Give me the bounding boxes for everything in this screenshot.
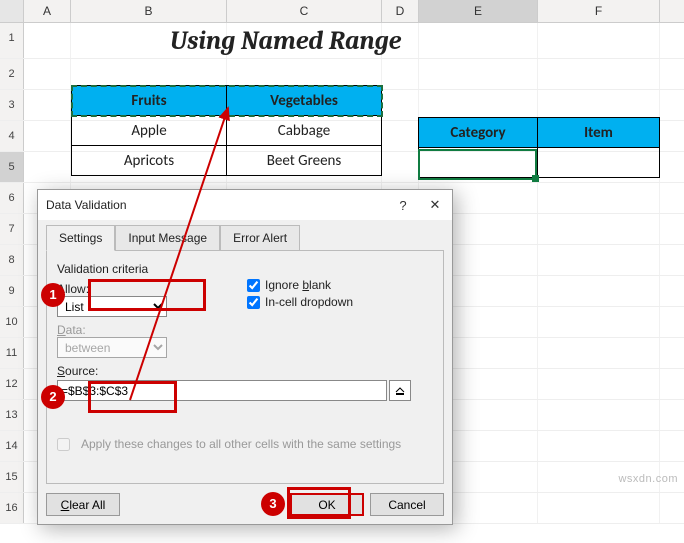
row-13[interactable]: 13 (0, 400, 24, 430)
tab-settings[interactable]: Settings (46, 225, 115, 251)
allow-select[interactable]: List (57, 296, 167, 317)
clear-all-button[interactable]: Clear All (46, 493, 120, 516)
row-2[interactable]: 2 (0, 59, 24, 89)
col-D[interactable]: D (382, 0, 419, 22)
col-E[interactable]: E (419, 0, 538, 22)
cell-cabbage[interactable]: Cabbage (227, 116, 382, 146)
close-icon[interactable]: ✕ (426, 197, 444, 213)
dialog-tabs: Settings Input Message Error Alert (46, 224, 444, 250)
tab-error-alert[interactable]: Error Alert (220, 225, 300, 251)
data-select: between (57, 337, 167, 358)
cell-apple[interactable]: Apple (72, 116, 227, 146)
row-10[interactable]: 10 (0, 307, 24, 337)
row-1[interactable]: 1 (0, 23, 24, 58)
criteria-label: Validation criteria (57, 262, 433, 276)
active-cell-outline (418, 149, 537, 180)
data-label: Data: (57, 323, 433, 337)
column-headers: A B C D E F (0, 0, 684, 23)
col-C[interactable]: C (227, 0, 382, 22)
t2-header-item[interactable]: Item (538, 118, 660, 148)
ok-button[interactable]: OK (290, 493, 364, 516)
settings-panel: Validation criteria Allow: List Ignore b… (46, 250, 444, 484)
col-B[interactable]: B (71, 0, 227, 22)
apply-changes-checkbox (57, 438, 70, 451)
incell-dropdown-check[interactable]: In-cell dropdown (247, 295, 353, 309)
cancel-button[interactable]: Cancel (370, 493, 444, 516)
col-F[interactable]: F (538, 0, 660, 22)
watermark: wsxdn.com (618, 473, 678, 485)
step-badge-2: 2 (41, 385, 65, 409)
cell-beetgreens[interactable]: Beet Greens (227, 146, 382, 176)
row-7[interactable]: 7 (0, 214, 24, 244)
step-badge-1: 1 (41, 283, 65, 307)
row-14[interactable]: 14 (0, 431, 24, 461)
col-A[interactable]: A (24, 0, 71, 22)
incell-dropdown-checkbox[interactable] (247, 296, 260, 309)
row-6[interactable]: 6 (0, 183, 24, 213)
row-15[interactable]: 15 (0, 462, 24, 492)
page-title: Using Named Range (170, 26, 401, 56)
ignore-blank-check[interactable]: Ignore blank (247, 278, 353, 292)
cell-apricots[interactable]: Apricots (72, 146, 227, 176)
row-3[interactable]: 3 (0, 90, 24, 120)
allow-label: Allow: (57, 282, 433, 296)
help-icon[interactable]: ? (394, 198, 412, 213)
t1-header-vegetables[interactable]: Vegetables (227, 86, 382, 116)
apply-changes-check: Apply these changes to all other cells w… (57, 437, 433, 451)
ignore-blank-checkbox[interactable] (247, 279, 260, 292)
select-all-corner[interactable] (0, 0, 24, 22)
range-picker-button[interactable] (389, 380, 411, 401)
source-label: Source: (57, 364, 433, 378)
dialog-titlebar[interactable]: Data Validation ? ✕ (38, 190, 452, 220)
collapse-icon (395, 386, 405, 396)
data-validation-dialog: Data Validation ? ✕ Settings Input Messa… (37, 189, 453, 525)
row-8[interactable]: 8 (0, 245, 24, 275)
dialog-title: Data Validation (46, 198, 127, 212)
row-5[interactable]: 5 (0, 152, 24, 182)
step-badge-3: 3 (261, 492, 285, 516)
row-12[interactable]: 12 (0, 369, 24, 399)
row-9[interactable]: 9 (0, 276, 24, 306)
row-4[interactable]: 4 (0, 121, 24, 151)
tab-input-message[interactable]: Input Message (115, 225, 220, 251)
t1-header-fruits[interactable]: Fruits (72, 86, 227, 116)
row-11[interactable]: 11 (0, 338, 24, 368)
cell-F5[interactable] (538, 148, 660, 178)
row-16[interactable]: 16 (0, 493, 24, 523)
source-input[interactable] (57, 380, 387, 401)
t2-header-category[interactable]: Category (419, 118, 538, 148)
data-table-1: FruitsVegetables AppleCabbage ApricotsBe… (71, 85, 382, 176)
